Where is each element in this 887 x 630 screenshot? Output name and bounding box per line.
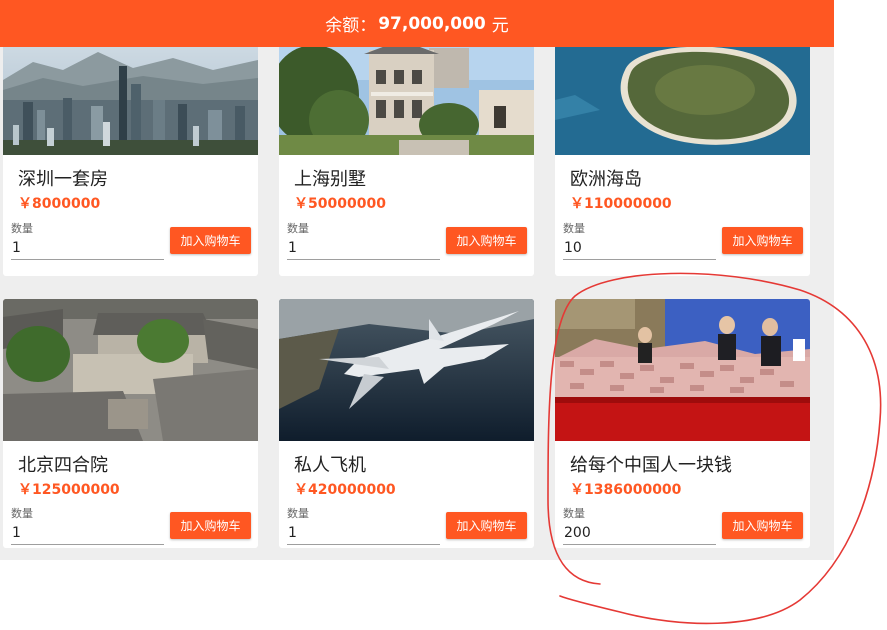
product-price: ￥125000000 <box>18 482 120 498</box>
balance-header: 余额： 97,000,000 元 <box>0 0 834 47</box>
add-to-cart-button[interactable]: 加入购物车 <box>170 227 251 254</box>
product-price: ￥420000000 <box>294 482 396 498</box>
quantity-input[interactable] <box>287 522 440 545</box>
product-card-shenzhen: 深圳一套房 ￥8000000 数量 加入购物车 <box>3 40 258 276</box>
quantity-input[interactable] <box>563 237 716 260</box>
product-card-villa: 上海别墅 ￥50000000 数量 加入购物车 <box>279 40 534 276</box>
product-image-shenzhen <box>3 40 258 155</box>
quantity-label: 数量 <box>287 222 309 235</box>
product-price: ￥8000000 <box>18 196 101 212</box>
add-to-cart-button[interactable]: 加入购物车 <box>446 227 527 254</box>
quantity-label: 数量 <box>11 507 33 520</box>
product-price: ￥110000000 <box>570 196 672 212</box>
product-image-siheyuan <box>3 299 258 441</box>
product-name: 北京四合院 <box>18 455 108 476</box>
add-to-cart-button[interactable]: 加入购物车 <box>170 512 251 539</box>
product-name: 欧洲海岛 <box>570 169 642 190</box>
product-name: 深圳一套房 <box>18 169 108 190</box>
product-image-cash-pile <box>555 299 810 441</box>
quantity-input[interactable] <box>11 522 164 545</box>
product-name: 私人飞机 <box>294 455 366 476</box>
quantity-input[interactable] <box>287 237 440 260</box>
product-price: ￥1386000000 <box>570 482 682 498</box>
quantity-input[interactable] <box>11 237 164 260</box>
add-to-cart-button[interactable]: 加入购物车 <box>446 512 527 539</box>
product-name: 给每个中国人一块钱 <box>570 455 732 476</box>
add-to-cart-button[interactable]: 加入购物车 <box>722 512 803 539</box>
balance-label: 余额： <box>325 16 377 36</box>
product-image-island <box>555 40 810 155</box>
product-card-jet: 私人飞机 ￥420000000 数量 加入购物车 <box>279 299 534 548</box>
quantity-label: 数量 <box>563 507 585 520</box>
product-price: ￥50000000 <box>294 196 386 212</box>
quantity-label: 数量 <box>563 222 585 235</box>
product-image-villa <box>279 40 534 155</box>
balance-unit: 元 <box>491 16 509 36</box>
balance-value: 97,000,000 <box>378 13 486 34</box>
quantity-label: 数量 <box>11 222 33 235</box>
quantity-label: 数量 <box>287 507 309 520</box>
product-name: 上海别墅 <box>294 169 366 190</box>
add-to-cart-button[interactable]: 加入购物车 <box>722 227 803 254</box>
product-card-island: 欧洲海岛 ￥110000000 数量 加入购物车 <box>555 40 810 276</box>
product-image-jet <box>279 299 534 441</box>
product-card-yuan-per-person: 给每个中国人一块钱 ￥1386000000 数量 加入购物车 <box>555 299 810 548</box>
product-card-siheyuan: 北京四合院 ￥125000000 数量 加入购物车 <box>3 299 258 548</box>
quantity-input[interactable] <box>563 522 716 545</box>
